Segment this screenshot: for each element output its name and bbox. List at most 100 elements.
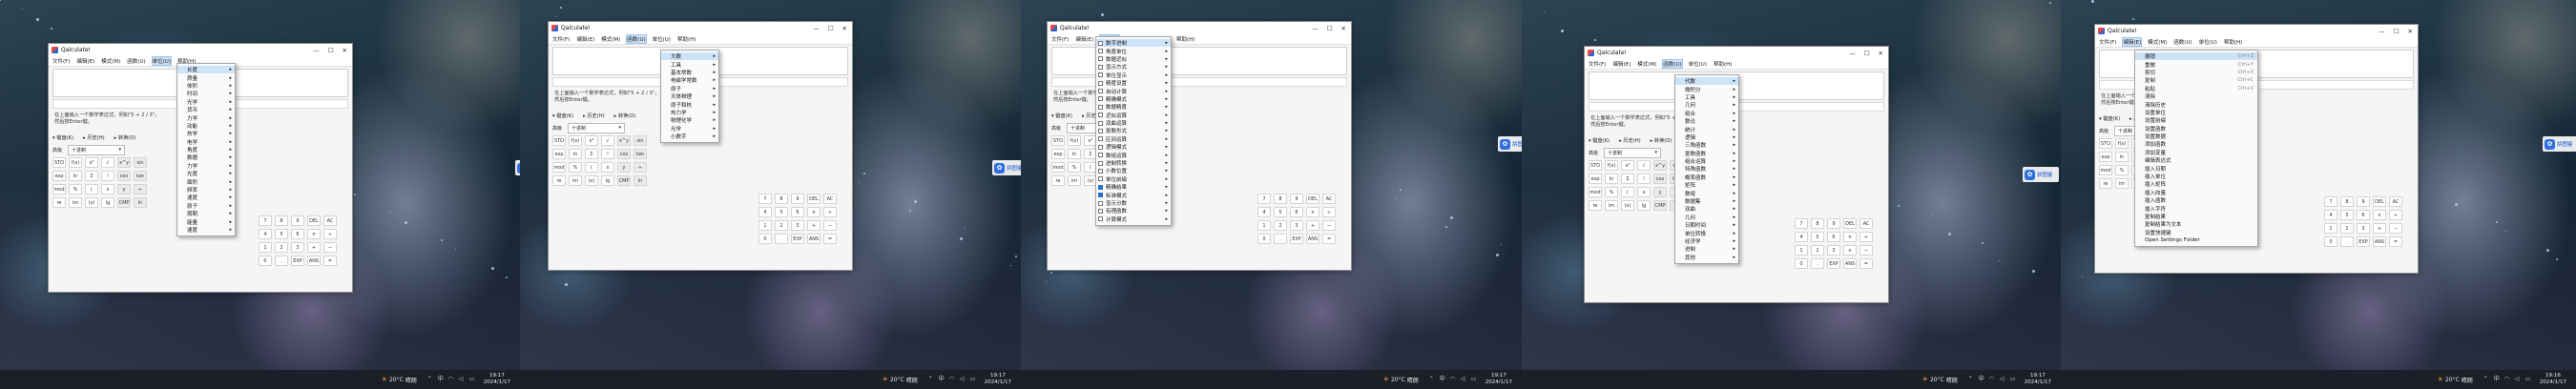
- weather-widget[interactable]: ☀ 20°C 晴朗: [2438, 376, 2473, 384]
- menu-5[interactable]: 帮助(H): [1714, 60, 1732, 68]
- menu-1[interactable]: 编辑(E): [2122, 37, 2143, 47]
- numpad-key[interactable]: −: [1322, 220, 1336, 231]
- chevron-up-icon[interactable]: ⌃: [427, 377, 433, 382]
- function-key[interactable]: x²: [85, 157, 98, 168]
- function-key[interactable]: mod: [552, 162, 566, 173]
- menu-item[interactable]: 电学 ▸: [177, 138, 235, 146]
- menu-item[interactable]: 设置数据: [2135, 133, 2257, 140]
- function-key[interactable]: sin: [134, 157, 147, 168]
- menu-item[interactable]: 设置快捷键: [2135, 229, 2257, 236]
- menu-item[interactable]: 插入向量: [2135, 189, 2257, 196]
- numpad-key[interactable]: .: [1811, 258, 1824, 269]
- menu-item[interactable]: 复制 Ctrl+C: [2135, 76, 2257, 84]
- tab-keypad[interactable]: ▾ 键盘(K): [1051, 113, 1072, 119]
- advanced-label[interactable]: 高级: [1589, 150, 1598, 156]
- function-key[interactable]: ln: [634, 175, 647, 186]
- menu-item[interactable]: 进制转换 ▸: [1096, 159, 1171, 167]
- numpad-key[interactable]: +: [2373, 223, 2386, 234]
- menu-item[interactable]: 角度单位 ▸: [1096, 47, 1171, 55]
- numpad-key[interactable]: 5: [275, 229, 288, 239]
- numpad-key[interactable]: 5: [775, 207, 788, 217]
- clock[interactable]: 19:17 2024/1/17: [2025, 373, 2051, 386]
- numpad-key[interactable]: EXP: [291, 256, 304, 266]
- numpad-key[interactable]: 4: [1795, 232, 1808, 242]
- menu-3[interactable]: 函数(U): [127, 57, 145, 65]
- numpad-key[interactable]: 2: [275, 242, 288, 253]
- numpad-key[interactable]: −: [1859, 245, 1873, 256]
- numpad-key[interactable]: 1: [1257, 220, 1271, 231]
- number-base-select[interactable]: 十进制 ▾: [568, 123, 626, 133]
- function-key[interactable]: cos: [617, 149, 631, 159]
- chevron-up-icon[interactable]: ⌃: [1429, 377, 1435, 382]
- wifi-icon[interactable]: ◠: [2504, 377, 2510, 382]
- menu-item[interactable]: 有理函数 ▸: [1096, 207, 1171, 215]
- numpad-key[interactable]: 6: [1827, 232, 1840, 242]
- menu-item[interactable]: 工具 ▸: [661, 60, 718, 69]
- menu-1[interactable]: 编辑(E): [76, 57, 94, 65]
- numpad-key[interactable]: EXP: [2357, 236, 2370, 247]
- menu-item[interactable]: 精度设置 ▸: [1096, 79, 1171, 87]
- menu-item[interactable]: 电磁学常数 ▸: [661, 76, 718, 84]
- menu-item[interactable]: 概率函数 ▸: [1675, 174, 1738, 181]
- menu-item[interactable]: 原子 ▸: [661, 85, 718, 92]
- function-key[interactable]: %: [1068, 162, 1081, 173]
- menu-item[interactable]: 计算模式 ▸: [1096, 215, 1171, 223]
- numpad-key[interactable]: AC: [823, 194, 837, 204]
- menu-item[interactable]: 显示方式 ▸: [1096, 63, 1171, 71]
- function-key[interactable]: Σ: [1621, 174, 1634, 184]
- numpad-key[interactable]: DEL: [1843, 218, 1857, 229]
- menu-2[interactable]: 模式(M): [2148, 38, 2167, 46]
- menu-item[interactable]: 面积 ▸: [177, 177, 235, 186]
- function-key[interactable]: mod: [52, 184, 66, 194]
- menu-item[interactable]: 单位显示 ▸: [1096, 72, 1171, 79]
- menu-item[interactable]: 小数位置 ▸: [1096, 167, 1171, 174]
- numpad-key[interactable]: .: [775, 234, 788, 244]
- numpad-key[interactable]: 3: [791, 220, 804, 231]
- menu-item[interactable]: 质量 ▸: [177, 73, 235, 82]
- menu-item[interactable]: 其他 ▸: [1675, 254, 1738, 261]
- menu-item[interactable]: 清除历史: [2135, 100, 2257, 109]
- function-key[interactable]: ÷: [634, 162, 647, 173]
- menu-item[interactable]: 速度 ▸: [177, 194, 235, 201]
- menu-item[interactable]: 体积 ▸: [177, 82, 235, 90]
- menu-item[interactable]: 插入矩阵: [2135, 180, 2257, 188]
- numpad-key[interactable]: ÷: [323, 229, 337, 239]
- function-key[interactable]: (: [585, 162, 598, 173]
- number-base-select[interactable]: 十进制 ▾: [68, 145, 126, 155]
- menu-item[interactable]: 力学 ▸: [177, 113, 235, 122]
- side-widget[interactable]: ✿ 拼图鉴: [2023, 167, 2059, 182]
- menu-item[interactable]: 基本常数 ▸: [661, 69, 718, 76]
- menu-item[interactable]: 添加变量: [2135, 149, 2257, 156]
- numpad-key[interactable]: 7: [2324, 196, 2337, 207]
- minimize-icon[interactable]: —: [313, 47, 320, 54]
- tab-history[interactable]: ▸ 历史(H): [583, 113, 605, 119]
- numpad-key[interactable]: ANS: [307, 256, 321, 266]
- function-key[interactable]: f(x): [69, 157, 82, 168]
- weather-widget[interactable]: ☀ 20°C 晴朗: [382, 376, 417, 384]
- function-key[interactable]: cos: [117, 171, 131, 181]
- close-icon[interactable]: ✕: [842, 25, 847, 32]
- menu-item[interactable]: 插入函数: [2135, 196, 2257, 204]
- menu-2[interactable]: 模式(M): [101, 57, 120, 65]
- numpad-key[interactable]: AC: [2389, 196, 2402, 207]
- numpad-key[interactable]: 2: [2340, 223, 2354, 234]
- numpad-key[interactable]: 4: [2324, 210, 2337, 220]
- numpad-key[interactable]: 9: [791, 194, 804, 204]
- menu-item[interactable]: 逻辑模式 ▸: [1096, 143, 1171, 151]
- function-key[interactable]: ln: [2115, 152, 2129, 162]
- numpad-key[interactable]: 0: [1795, 258, 1808, 269]
- menu-item[interactable]: 热学 ▸: [177, 130, 235, 137]
- menu-item[interactable]: 几何 ▸: [1675, 101, 1738, 109]
- volume-icon[interactable]: ◁: [2000, 377, 2005, 382]
- numpad-key[interactable]: 0: [758, 234, 772, 244]
- numpad-key[interactable]: ÷: [1322, 207, 1336, 217]
- chevron-up-icon[interactable]: ⌃: [928, 377, 934, 382]
- menu-item[interactable]: 代数 ▸: [1675, 77, 1738, 86]
- numpad-key[interactable]: 0: [259, 256, 272, 266]
- weather-widget[interactable]: ☀ 20°C 晴朗: [1383, 376, 1419, 384]
- wifi-icon[interactable]: ◠: [448, 377, 454, 382]
- battery-icon[interactable]: ▭: [970, 377, 976, 382]
- numpad-key[interactable]: 4: [1257, 207, 1271, 217]
- input-method-icon[interactable]: 中: [1440, 377, 1445, 382]
- function-key[interactable]: √: [601, 135, 614, 146]
